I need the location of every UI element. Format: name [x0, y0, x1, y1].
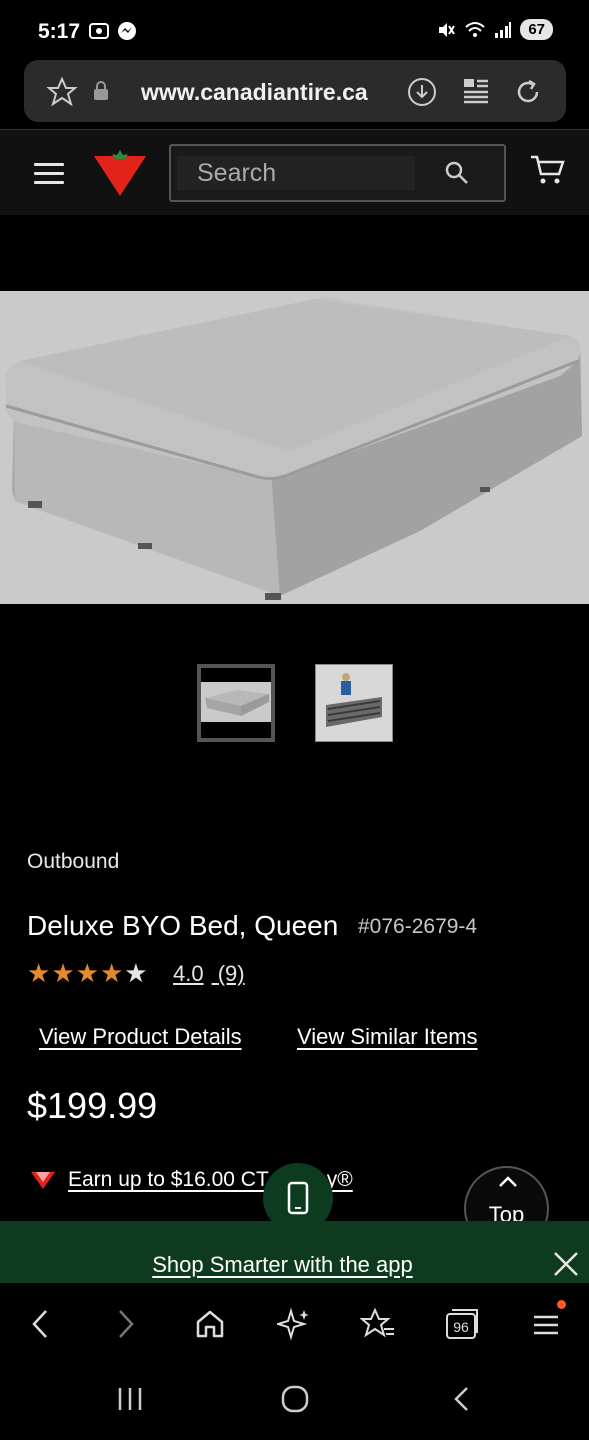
view-product-details-link[interactable]: View Product Details	[39, 1024, 242, 1050]
star-icon: ★	[99, 958, 124, 988]
rating-value[interactable]: 4.0	[173, 961, 204, 986]
browser-menu-button[interactable]	[526, 1300, 566, 1344]
product-main-image[interactable]	[0, 291, 589, 604]
app-promo-banner: Shop Smarter with the app	[0, 1221, 589, 1283]
home-circle-icon[interactable]	[280, 1384, 310, 1414]
menu-icon[interactable]	[34, 163, 64, 185]
mattress-illustration	[5, 297, 582, 600]
back-button[interactable]	[20, 1304, 60, 1344]
screenshot-icon	[89, 23, 109, 39]
thumbnail-mattress[interactable]	[197, 664, 275, 742]
menu-icon	[534, 1315, 558, 1335]
url-text[interactable]: www.canadiantire.ca	[141, 79, 368, 106]
address-bar[interactable]: www.canadiantire.ca	[24, 60, 566, 122]
star-icon: ★	[75, 958, 99, 988]
rating-link[interactable]: 4.0 (9)	[173, 961, 253, 987]
system-back-icon[interactable]	[450, 1384, 472, 1414]
tab-count: 96	[453, 1319, 469, 1335]
reload-icon[interactable]	[512, 76, 544, 108]
notification-dot	[557, 1300, 566, 1309]
product-title: Deluxe BYO Bed, Queen	[27, 910, 339, 941]
status-system-icons: 67	[436, 19, 553, 40]
thumbnail-strip	[197, 664, 393, 742]
product-sku: #076-2679-4	[358, 915, 478, 938]
home-button[interactable]	[190, 1304, 230, 1344]
wifi-icon	[465, 21, 485, 37]
chevron-up-icon	[499, 1176, 517, 1187]
bookmarks-button[interactable]	[358, 1304, 398, 1344]
view-similar-items-link[interactable]: View Similar Items	[297, 1024, 478, 1050]
chevron-left-icon	[32, 1310, 47, 1338]
product-price: $199.99	[27, 1085, 158, 1126]
browser-toolbar: 96	[0, 1284, 589, 1364]
ai-assist-button[interactable]	[274, 1304, 314, 1344]
product-brand[interactable]: Outbound	[27, 850, 119, 874]
app-promo-link[interactable]: Shop Smarter with the app	[0, 1252, 565, 1278]
tabs-icon: 96	[446, 1309, 478, 1339]
search-icon[interactable]	[444, 160, 470, 186]
rating-stars[interactable]: ★ ★ ★ ★ ★	[27, 960, 148, 986]
lock-icon	[94, 81, 108, 100]
forward-button[interactable]	[106, 1304, 146, 1344]
search-input[interactable]	[177, 156, 415, 190]
close-icon[interactable]	[551, 1249, 581, 1279]
thumbnail-frame[interactable]	[315, 664, 393, 742]
rating-count[interactable]: (9)	[218, 961, 245, 986]
download-icon[interactable]	[406, 76, 438, 108]
cart-icon[interactable]	[530, 154, 566, 186]
signal-icon	[495, 21, 512, 38]
bookmarks-star-icon	[360, 1307, 394, 1338]
site-header	[0, 129, 589, 215]
messenger-icon	[118, 22, 136, 40]
battery-indicator: 67	[520, 19, 553, 40]
tabs-button[interactable]: 96	[442, 1304, 482, 1344]
star-icon: ★	[51, 958, 75, 988]
phone-icon	[287, 1181, 309, 1215]
star-empty-icon: ★	[124, 958, 148, 988]
home-icon	[196, 1310, 224, 1338]
status-notification-icons	[88, 20, 138, 42]
bookmark-star-icon[interactable]	[46, 76, 78, 108]
recent-apps-icon[interactable]	[116, 1384, 144, 1414]
star-icon: ★	[27, 958, 51, 988]
mute-icon	[439, 22, 456, 37]
status-time: 5:17	[38, 20, 81, 43]
chevron-right-icon	[119, 1310, 134, 1338]
reader-mode-icon[interactable]	[462, 76, 490, 106]
status-bar: 5:17 67	[0, 0, 589, 62]
sparkle-icon	[277, 1307, 309, 1341]
canadian-tire-logo[interactable]	[92, 150, 148, 198]
ct-triangle-icon	[31, 1172, 55, 1189]
system-navigation-bar	[0, 1364, 589, 1440]
search-box[interactable]	[169, 144, 506, 202]
